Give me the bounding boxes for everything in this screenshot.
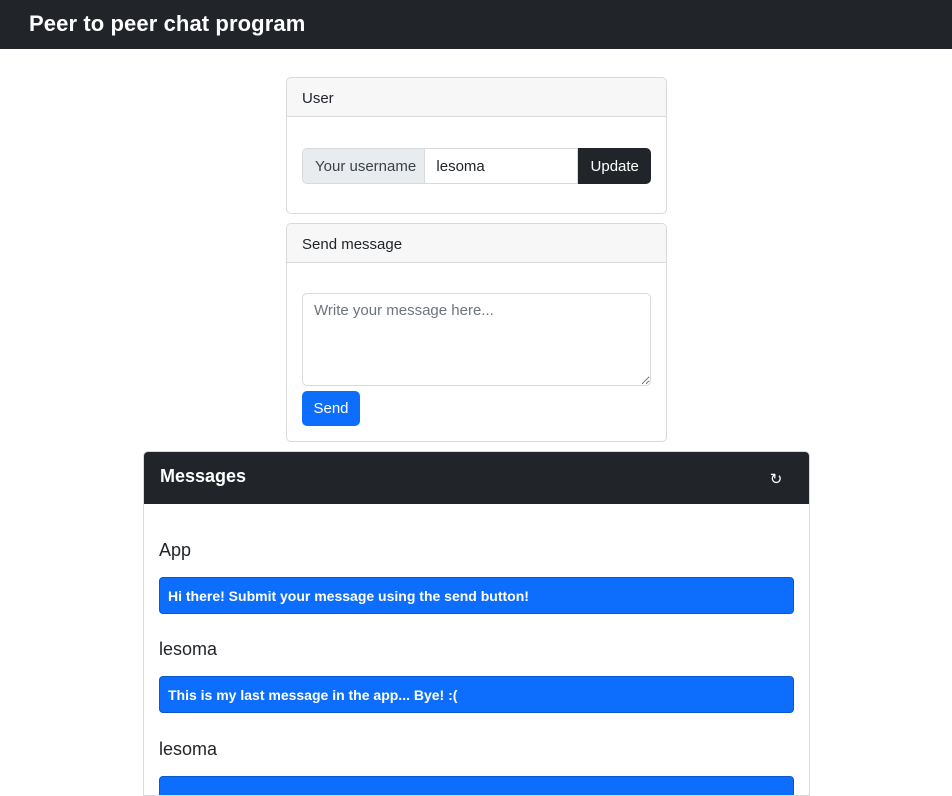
top-navbar: Peer to peer chat program bbox=[0, 0, 952, 49]
messages-title: Messages bbox=[160, 466, 247, 486]
message-username: lesoma bbox=[159, 639, 218, 659]
send-message-card: Send message Send bbox=[286, 223, 667, 442]
messages-card: Messages ↻ App Hi there! Submit your mes… bbox=[143, 451, 810, 796]
refresh-icon[interactable]: ↻ bbox=[764, 467, 788, 491]
username-input[interactable] bbox=[424, 148, 579, 184]
user-card-header: User bbox=[287, 78, 666, 117]
send-button[interactable]: Send bbox=[302, 391, 360, 426]
update-button[interactable]: Update bbox=[578, 148, 651, 184]
messages-header: Messages ↻ bbox=[144, 452, 809, 504]
message-item: lesoma bbox=[159, 739, 794, 795]
app-title: Peer to peer chat program bbox=[29, 11, 306, 36]
message-item: App Hi there! Submit your message using … bbox=[159, 540, 794, 614]
send-message-header: Send message bbox=[287, 224, 666, 263]
message-bubble: Hi there! Submit your message using the … bbox=[159, 577, 794, 614]
message-bubble: This is my last message in the app... By… bbox=[159, 676, 794, 713]
username-input-group: Your username Update bbox=[302, 148, 651, 184]
user-card: User Your username Update bbox=[286, 77, 667, 214]
message-username: App bbox=[159, 540, 192, 560]
message-item: lesoma This is my last message in the ap… bbox=[159, 639, 794, 713]
message-textarea[interactable] bbox=[302, 293, 651, 386]
message-username: lesoma bbox=[159, 739, 218, 759]
username-label: Your username bbox=[302, 148, 425, 184]
message-bubble bbox=[159, 776, 794, 795]
